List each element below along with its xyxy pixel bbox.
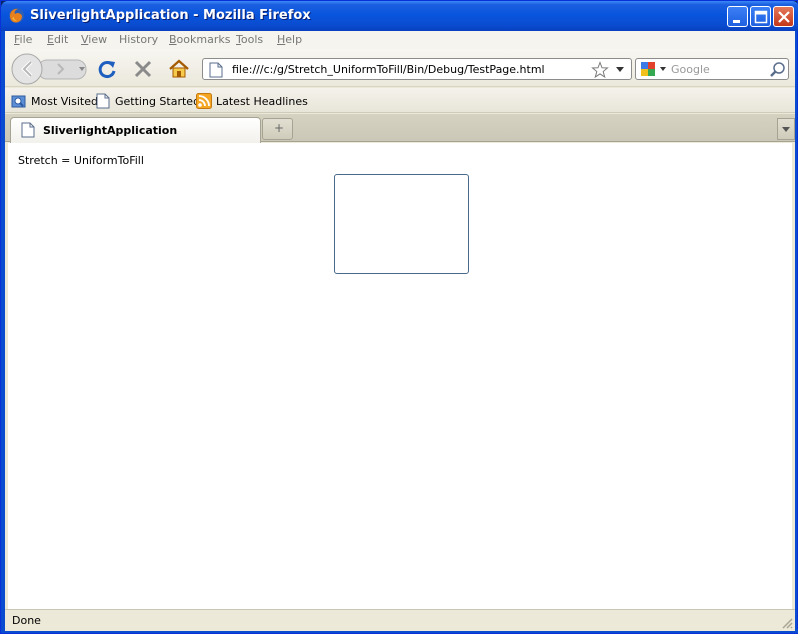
menu-file[interactable]: File xyxy=(14,33,32,46)
window-title: SliverlightApplication - Mozilla Firefox xyxy=(30,8,311,23)
menu-tools[interactable]: Tools xyxy=(236,33,263,46)
rss-icon xyxy=(196,93,212,109)
back-button[interactable] xyxy=(10,53,42,85)
menu-view-label: iew xyxy=(88,33,108,46)
menu-bookmarks-accel: B xyxy=(169,33,177,46)
tab-label: SliverlightApplication xyxy=(43,124,178,137)
silverlight-control[interactable] xyxy=(334,174,469,274)
search-bar[interactable]: Google xyxy=(635,58,789,80)
chevron-down-icon xyxy=(782,127,790,132)
forward-button[interactable] xyxy=(42,57,70,81)
search-icon[interactable] xyxy=(769,61,787,79)
menu-edit-accel: E xyxy=(47,33,54,46)
close-icon xyxy=(778,11,790,23)
menu-tools-label: ools xyxy=(240,33,264,46)
bookmark-most-visited[interactable]: Most Visited xyxy=(11,93,98,109)
menu-bar: File Edit View History Bookmarks Tools H… xyxy=(5,31,795,49)
menu-edit[interactable]: Edit xyxy=(47,33,68,46)
resize-grip-icon[interactable] xyxy=(781,617,793,629)
page-icon xyxy=(96,93,110,109)
list-all-tabs-button[interactable] xyxy=(777,118,795,140)
search-placeholder: Google xyxy=(671,63,710,76)
tab-strip: SliverlightApplication + xyxy=(5,114,795,143)
url-text[interactable]: file:///c:/g/Stretch_UniformToFill/Bin/D… xyxy=(232,63,545,76)
title-bar[interactable]: SliverlightApplication - Mozilla Firefox xyxy=(1,1,798,31)
maximize-icon xyxy=(754,10,768,24)
maximize-button[interactable] xyxy=(750,6,771,27)
browser-client: File Edit View History Bookmarks Tools H… xyxy=(5,31,795,631)
status-text: Done xyxy=(12,614,41,627)
page-content: Stretch = UniformToFill xyxy=(8,143,792,609)
minimize-button[interactable] xyxy=(727,6,748,27)
menu-edit-label: dit xyxy=(53,33,69,46)
home-icon[interactable] xyxy=(167,57,191,81)
firefox-icon xyxy=(9,8,24,23)
bookmark-getting-started-label: Getting Started xyxy=(115,95,201,108)
new-tab-icon: + xyxy=(274,121,285,135)
most-visited-icon xyxy=(11,95,26,108)
stop-icon[interactable] xyxy=(132,58,154,80)
tab-sliverlight-application[interactable]: SliverlightApplication xyxy=(10,117,261,143)
stretch-label: Stretch = UniformToFill xyxy=(18,154,144,167)
menu-view[interactable]: View xyxy=(81,33,107,46)
browser-window: SliverlightApplication - Mozilla Firefox… xyxy=(0,0,798,634)
google-engine-icon[interactable] xyxy=(640,61,668,77)
menu-help-label: elp xyxy=(285,33,303,46)
menu-bookmarks-label: ookmarks xyxy=(176,33,231,46)
minimize-icon xyxy=(733,20,740,23)
menu-help[interactable]: Help xyxy=(277,33,302,46)
bookmark-latest-headlines[interactable]: Latest Headlines xyxy=(196,93,308,109)
page-icon xyxy=(209,62,223,78)
reload-icon[interactable] xyxy=(96,58,118,80)
menu-history[interactable]: History xyxy=(119,33,158,46)
menu-history-label: History xyxy=(119,33,159,46)
navigation-toolbar: file:///c:/g/Stretch_UniformToFill/Bin/D… xyxy=(5,49,795,87)
bookmark-getting-started[interactable]: Getting Started xyxy=(96,93,200,109)
bookmark-star-icon[interactable] xyxy=(591,61,609,79)
url-dropdown-icon[interactable] xyxy=(616,67,624,72)
bookmarks-toolbar: Most Visited Getting Started Latest Head… xyxy=(5,88,795,113)
bookmark-latest-headlines-label: Latest Headlines xyxy=(216,95,308,108)
close-button[interactable] xyxy=(773,6,794,27)
page-icon xyxy=(21,122,35,138)
status-bar: Done xyxy=(5,609,795,631)
menu-file-label: ile xyxy=(19,33,33,46)
menu-bookmarks[interactable]: Bookmarks xyxy=(169,33,230,46)
history-dropdown-button[interactable] xyxy=(71,57,89,81)
url-bar[interactable]: file:///c:/g/Stretch_UniformToFill/Bin/D… xyxy=(202,58,632,80)
new-tab-button[interactable]: + xyxy=(262,118,293,140)
bookmark-most-visited-label: Most Visited xyxy=(31,95,98,108)
